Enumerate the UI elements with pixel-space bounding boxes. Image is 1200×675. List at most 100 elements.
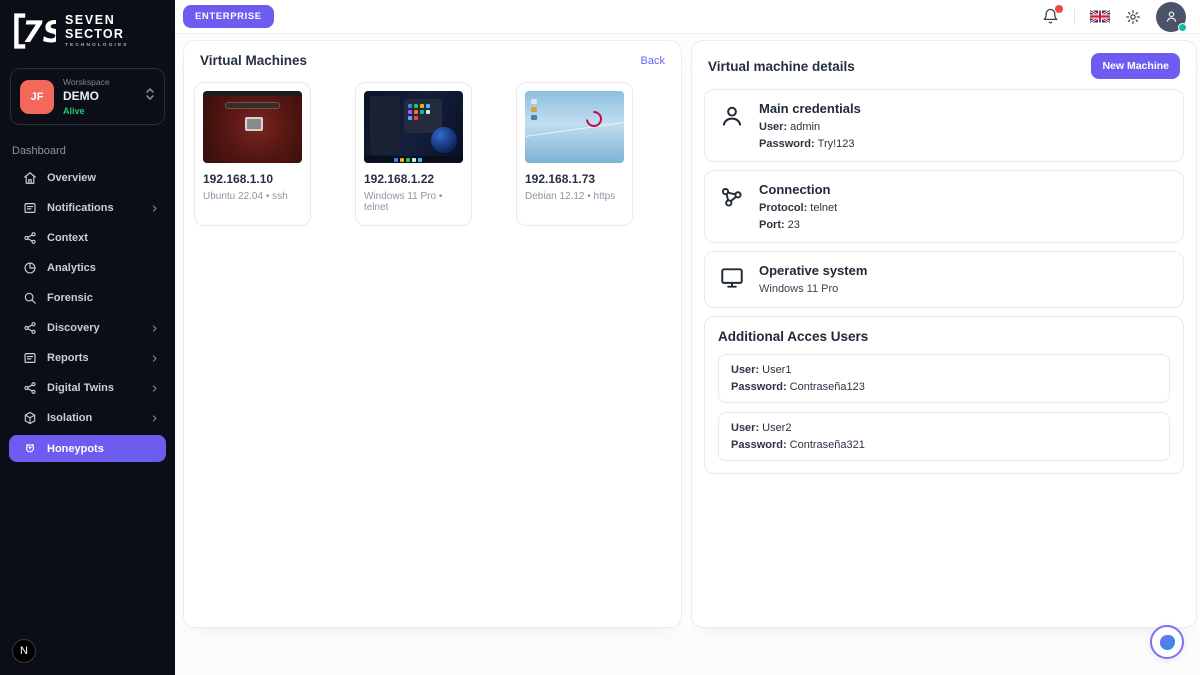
brand-logo: 7S SEVEN SECTOR TECHNOLOGIES	[0, 0, 175, 60]
topbar-divider	[1074, 9, 1075, 25]
main-credentials-body: Main credentials User:admin Password:Try…	[759, 101, 861, 150]
settings-gear-button[interactable]	[1125, 9, 1141, 25]
sidebar-item-forensic[interactable]: Forensic	[0, 283, 175, 313]
vm-thumbnail-windows	[364, 91, 463, 163]
line-value: Contraseña123	[790, 381, 865, 393]
line-label: User:	[759, 121, 787, 133]
back-link[interactable]: Back	[641, 55, 665, 67]
operative-system-card: Operative system Windows 11 Pro	[704, 251, 1184, 308]
vm-panel-title: Virtual Machines	[200, 53, 307, 68]
honeypot-icon	[23, 442, 37, 456]
sidebar-item-discovery[interactable]: Discovery	[0, 313, 175, 343]
additional-access-users-card: Additional Acces Users User:User1 Passwo…	[704, 316, 1184, 474]
connection-body: Connection Protocol:telnet Port:23	[759, 182, 837, 231]
message-square-icon	[23, 351, 37, 365]
notifications-bell-button[interactable]	[1042, 8, 1059, 25]
person-icon	[719, 103, 745, 134]
line-value: Windows 11 Pro	[759, 283, 838, 295]
os-line: Windows 11 Pro	[759, 283, 867, 295]
workspace-selector[interactable]: JF Worskspace DEMO Alive	[10, 68, 165, 125]
details-panel-header: Virtual machine details New Machine	[692, 41, 1196, 89]
sidebar: 7S SEVEN SECTOR TECHNOLOGIES JF Worskspa…	[0, 0, 175, 675]
pie-chart-icon	[23, 261, 37, 275]
gear-icon	[1125, 9, 1141, 25]
sidebar-item-isolation[interactable]: Isolation	[0, 403, 175, 433]
share-icon	[23, 321, 37, 335]
sidebar-item-label: Reports	[47, 352, 89, 364]
line-label: Protocol:	[759, 202, 807, 214]
language-flag-button[interactable]	[1090, 10, 1110, 23]
notification-alert-dot	[1055, 5, 1063, 13]
plan-badge: ENTERPRISE	[183, 5, 274, 28]
vm-card-grid: 192.168.1.10 Ubuntu 22.04 • ssh	[184, 78, 681, 226]
sidebar-item-label: Honeypots	[47, 443, 104, 455]
operative-system-body: Operative system Windows 11 Pro	[759, 263, 867, 295]
sidebar-item-overview[interactable]: Overview	[0, 163, 175, 193]
avatar-online-dot	[1178, 23, 1187, 32]
share-icon	[23, 231, 37, 245]
line-value: Try!123	[818, 138, 855, 150]
main-content: Virtual Machines Back 192.168.1.10 Ubunt…	[175, 34, 1200, 675]
sidebar-item-context[interactable]: Context	[0, 223, 175, 253]
sidebar-nav: Overview Notifications Context Analytics…	[0, 163, 175, 462]
search-icon	[23, 291, 37, 305]
password-line: Password:Contraseña123	[731, 381, 1157, 393]
line-value: User2	[762, 422, 791, 434]
line-value: Contraseña321	[790, 439, 865, 451]
card-title: Operative system	[759, 263, 867, 278]
line-value: User1	[762, 364, 791, 376]
user-line: User:User2	[731, 422, 1157, 434]
uk-flag-icon	[1090, 10, 1110, 23]
new-machine-button[interactable]: New Machine	[1091, 53, 1180, 79]
sidebar-item-label: Isolation	[47, 412, 92, 424]
line-label: Password:	[731, 439, 787, 451]
sidebar-item-reports[interactable]: Reports	[0, 343, 175, 373]
vm-meta: Debian 12.12 • https	[525, 191, 624, 202]
sidebar-item-label: Context	[47, 232, 88, 244]
assistant-float-button[interactable]	[1150, 625, 1184, 659]
card-title: Connection	[759, 182, 837, 197]
share-icon	[23, 381, 37, 395]
sidebar-item-analytics[interactable]: Analytics	[0, 253, 175, 283]
line-value: telnet	[810, 202, 837, 214]
chevron-right-icon	[150, 414, 159, 423]
dev-badge[interactable]: N	[12, 639, 36, 663]
chevron-updown-icon	[145, 87, 155, 106]
vm-card-windows[interactable]: 192.168.1.22 Windows 11 Pro • telnet	[355, 82, 472, 226]
brand-name-bottom: SECTOR	[65, 28, 129, 41]
brand-mark-icon: 7S	[12, 12, 56, 50]
svg-text:7S: 7S	[22, 15, 56, 49]
connection-card: Connection Protocol:telnet Port:23	[704, 170, 1184, 243]
network-share-icon	[719, 184, 745, 215]
sidebar-item-label: Analytics	[47, 262, 96, 274]
chevron-right-icon	[150, 324, 159, 333]
vm-ip: 192.168.1.10	[203, 172, 302, 186]
line-label: Password:	[759, 138, 815, 150]
vm-card-debian[interactable]: 192.168.1.73 Debian 12.12 • https	[516, 82, 633, 226]
details-panel-title: Virtual machine details	[708, 59, 855, 74]
sidebar-item-label: Forensic	[47, 292, 93, 304]
vm-details-panel: Virtual machine details New Machine Main…	[691, 40, 1197, 628]
brand-name: SEVEN SECTOR TECHNOLOGIES	[65, 14, 129, 49]
vm-ip: 192.168.1.73	[525, 172, 624, 186]
additional-user-box: User:User1 Password:Contraseña123	[718, 354, 1170, 403]
line-label: Port:	[759, 219, 785, 231]
connection-line: Protocol:telnet	[759, 202, 837, 214]
connection-line: Port:23	[759, 219, 837, 231]
sidebar-item-digital-twins[interactable]: Digital Twins	[0, 373, 175, 403]
password-line: Password:Contraseña321	[731, 439, 1157, 451]
vm-card-ubuntu[interactable]: 192.168.1.10 Ubuntu 22.04 • ssh	[194, 82, 311, 226]
user-avatar-button[interactable]	[1156, 2, 1186, 32]
line-value: 23	[788, 219, 800, 231]
monitor-icon	[719, 265, 745, 296]
user-line: User:User1	[731, 364, 1157, 376]
vm-thumbnail-ubuntu	[203, 91, 302, 163]
vm-panel-header: Virtual Machines Back	[184, 41, 681, 78]
sidebar-item-label: Discovery	[47, 322, 100, 334]
app-root: 7S SEVEN SECTOR TECHNOLOGIES JF Worskspa…	[0, 0, 1200, 675]
workspace-status: Alive	[63, 106, 136, 116]
sidebar-item-notifications[interactable]: Notifications	[0, 193, 175, 223]
virtual-machines-panel: Virtual Machines Back 192.168.1.10 Ubunt…	[183, 40, 682, 628]
sidebar-item-honeypots[interactable]: Honeypots	[9, 435, 166, 462]
topbar-actions	[1042, 2, 1186, 32]
